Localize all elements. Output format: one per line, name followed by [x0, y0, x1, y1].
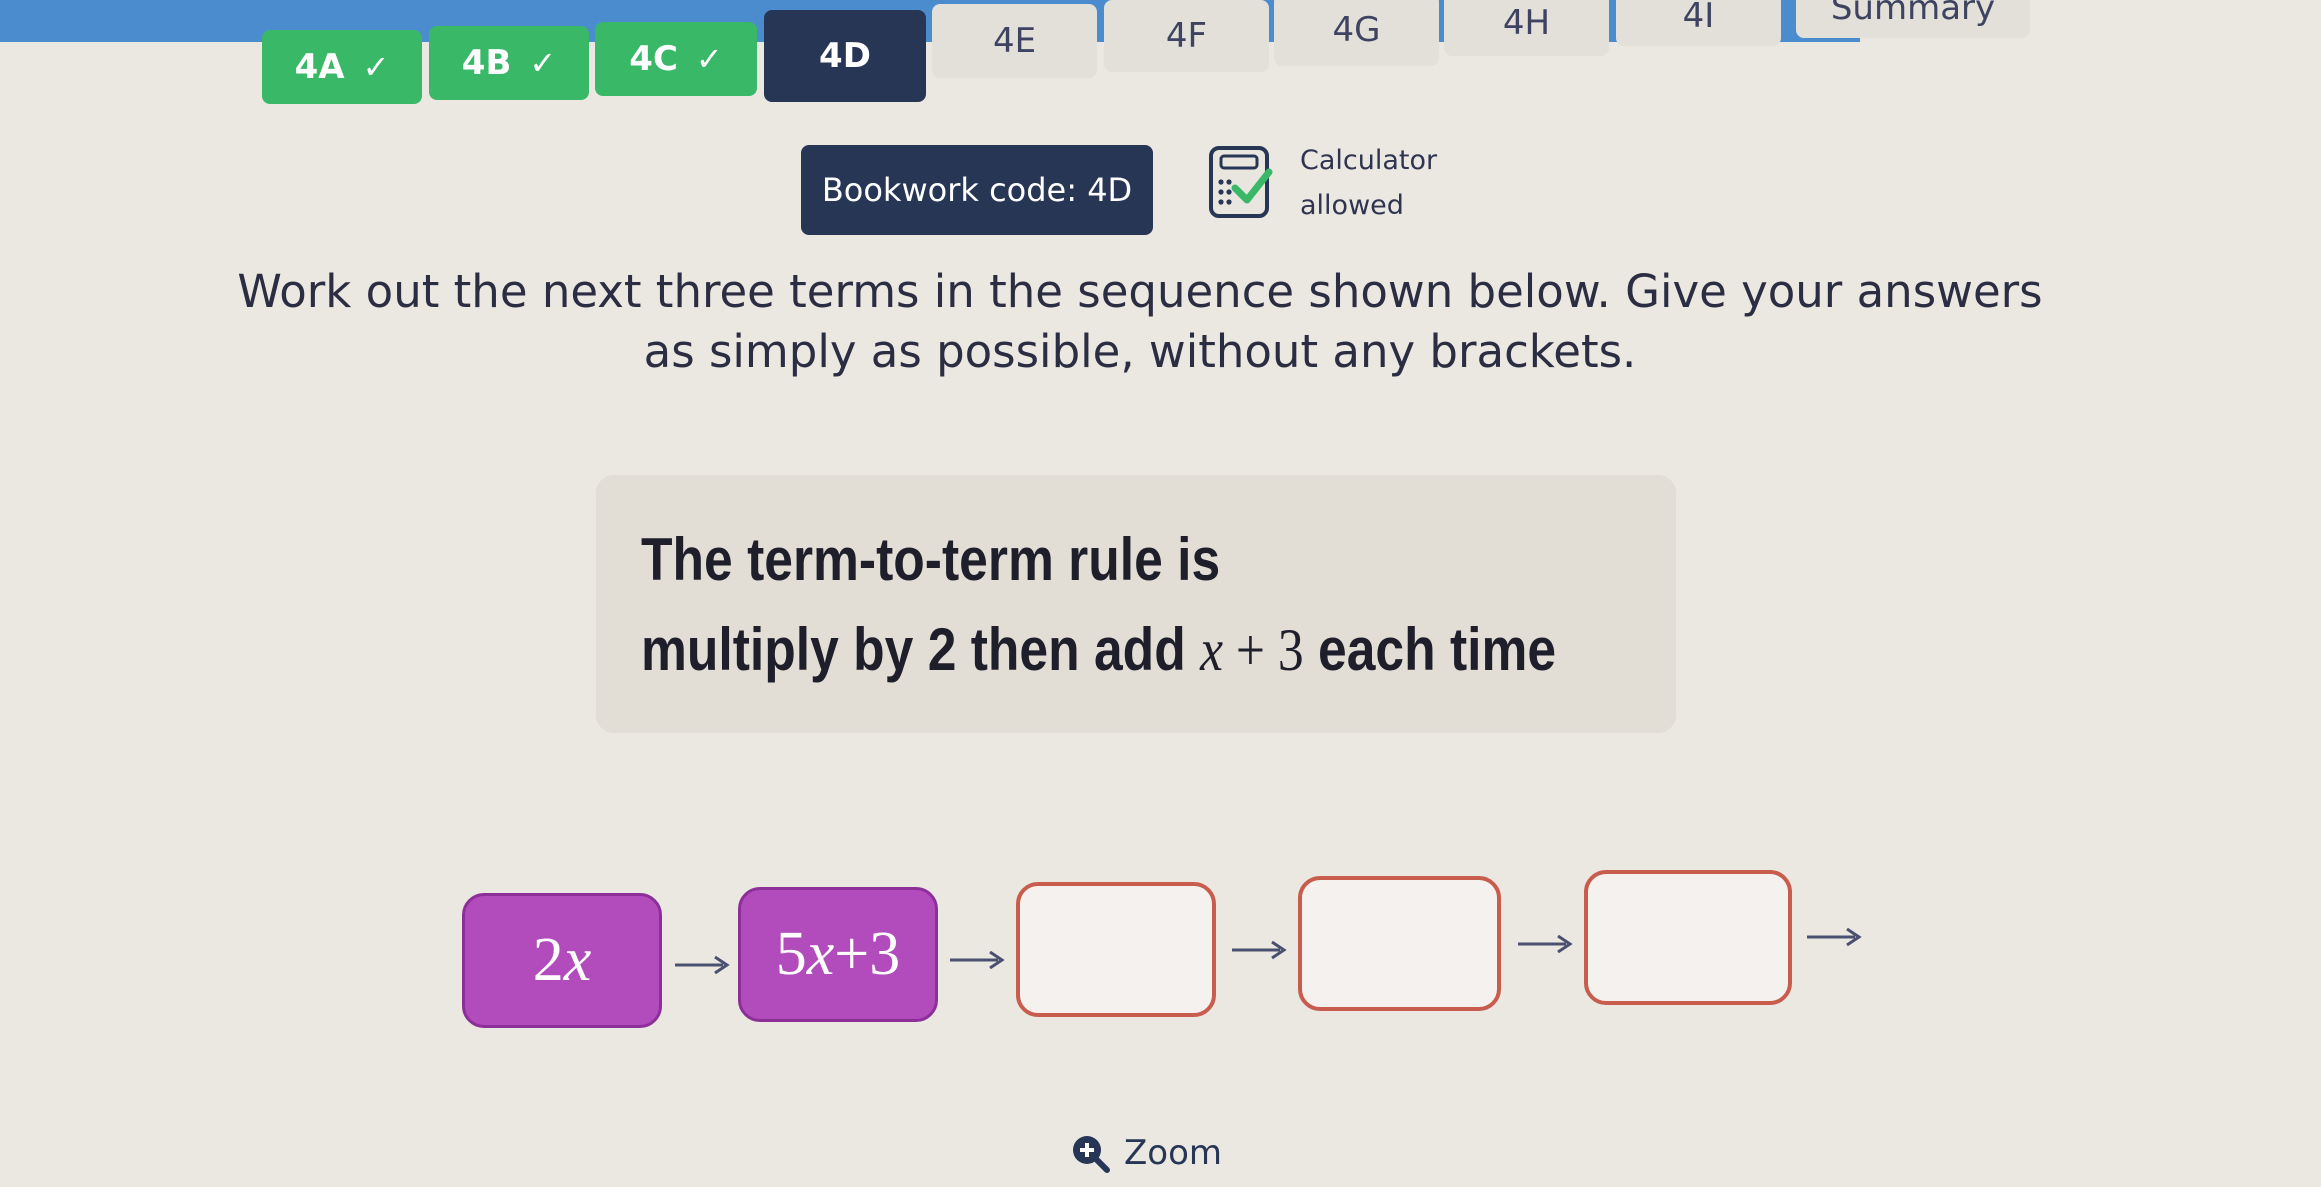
- tab-summary[interactable]: Summary: [1796, 0, 2030, 38]
- check-icon: ✓: [529, 44, 557, 82]
- term-2-rest: +3: [834, 920, 901, 988]
- tab-4i[interactable]: 4I: [1616, 0, 1781, 46]
- zoom-in-icon: [1073, 1136, 1110, 1173]
- term-1-var: x: [563, 926, 592, 994]
- zoom-label: Zoom: [1124, 1133, 1223, 1173]
- bookwork-code: Bookwork code: 4D: [801, 145, 1153, 235]
- tab-label: 4D: [819, 36, 871, 76]
- question-line-2: as simply as possible, without any brack…: [643, 325, 1637, 378]
- tab-4h[interactable]: 4H: [1444, 0, 1609, 56]
- tab-label: 4H: [1502, 3, 1551, 43]
- tab-label: 4A: [294, 47, 345, 87]
- rule-box: The term-to-term rule is multiply by 2 t…: [596, 475, 1676, 733]
- rule-text-post: each time: [1303, 616, 1557, 683]
- tab-label: 4C: [629, 39, 678, 79]
- rule-variable: x: [1200, 617, 1223, 683]
- term-2-var: x: [806, 920, 835, 988]
- tab-label: 4G: [1332, 10, 1381, 50]
- term-1-coef: 2: [532, 926, 564, 994]
- rule-line-2: multiply by 2 then add x + 3 each time: [641, 605, 1556, 695]
- tab-4b[interactable]: 4B ✓: [429, 26, 589, 100]
- tab-4g[interactable]: 4G: [1274, 0, 1439, 66]
- tab-label: 4F: [1165, 16, 1208, 56]
- task-tabs: 4A ✓ 4B ✓ 4C ✓ 4D 4E 4F 4G 4H 4I Summary: [262, 0, 2062, 110]
- calculator-label: Calculator: [1300, 145, 1438, 176]
- term-1: 2x: [462, 893, 662, 1028]
- tab-label: 4E: [992, 21, 1037, 61]
- tab-label: 4B: [461, 43, 512, 83]
- rule-number: 3: [1277, 617, 1304, 683]
- tab-4f[interactable]: 4F: [1104, 0, 1269, 72]
- answer-input-3[interactable]: [1584, 870, 1792, 1005]
- question-line-1: Work out the next three terms in the seq…: [237, 265, 2043, 318]
- calculator-icon: [1209, 146, 1273, 218]
- arrow-icon: [675, 955, 730, 975]
- tab-4e[interactable]: 4E: [932, 4, 1097, 78]
- check-icon: ✓: [695, 40, 723, 78]
- arrow-icon: [1807, 927, 1862, 947]
- tab-4d[interactable]: 4D: [764, 10, 926, 102]
- arrow-icon: [1232, 940, 1287, 960]
- rule-text-pre: multiply by 2 then add: [641, 616, 1201, 683]
- answer-input-2[interactable]: [1298, 876, 1501, 1011]
- tab-4c[interactable]: 4C ✓: [595, 22, 757, 96]
- question-text: Work out the next three terms in the seq…: [150, 262, 2130, 382]
- rule-operator: +: [1222, 617, 1278, 683]
- tab-label: Summary: [1830, 0, 1996, 28]
- rule-line-1: The term-to-term rule is: [641, 526, 1221, 593]
- term-2-coef: 5: [775, 920, 807, 988]
- arrow-icon: [950, 950, 1005, 970]
- calculator-status: Calculator allowed: [1300, 138, 1480, 228]
- tab-4a[interactable]: 4A ✓: [262, 30, 422, 104]
- zoom-button[interactable]: Zoom: [1070, 1128, 1222, 1178]
- calculator-allowed-label: allowed: [1300, 190, 1404, 221]
- arrow-icon: [1518, 934, 1573, 954]
- answer-input-1[interactable]: [1016, 882, 1216, 1017]
- term-2: 5 x +3: [738, 887, 938, 1022]
- check-icon: ✓: [362, 48, 390, 86]
- tab-label: 4I: [1682, 0, 1715, 36]
